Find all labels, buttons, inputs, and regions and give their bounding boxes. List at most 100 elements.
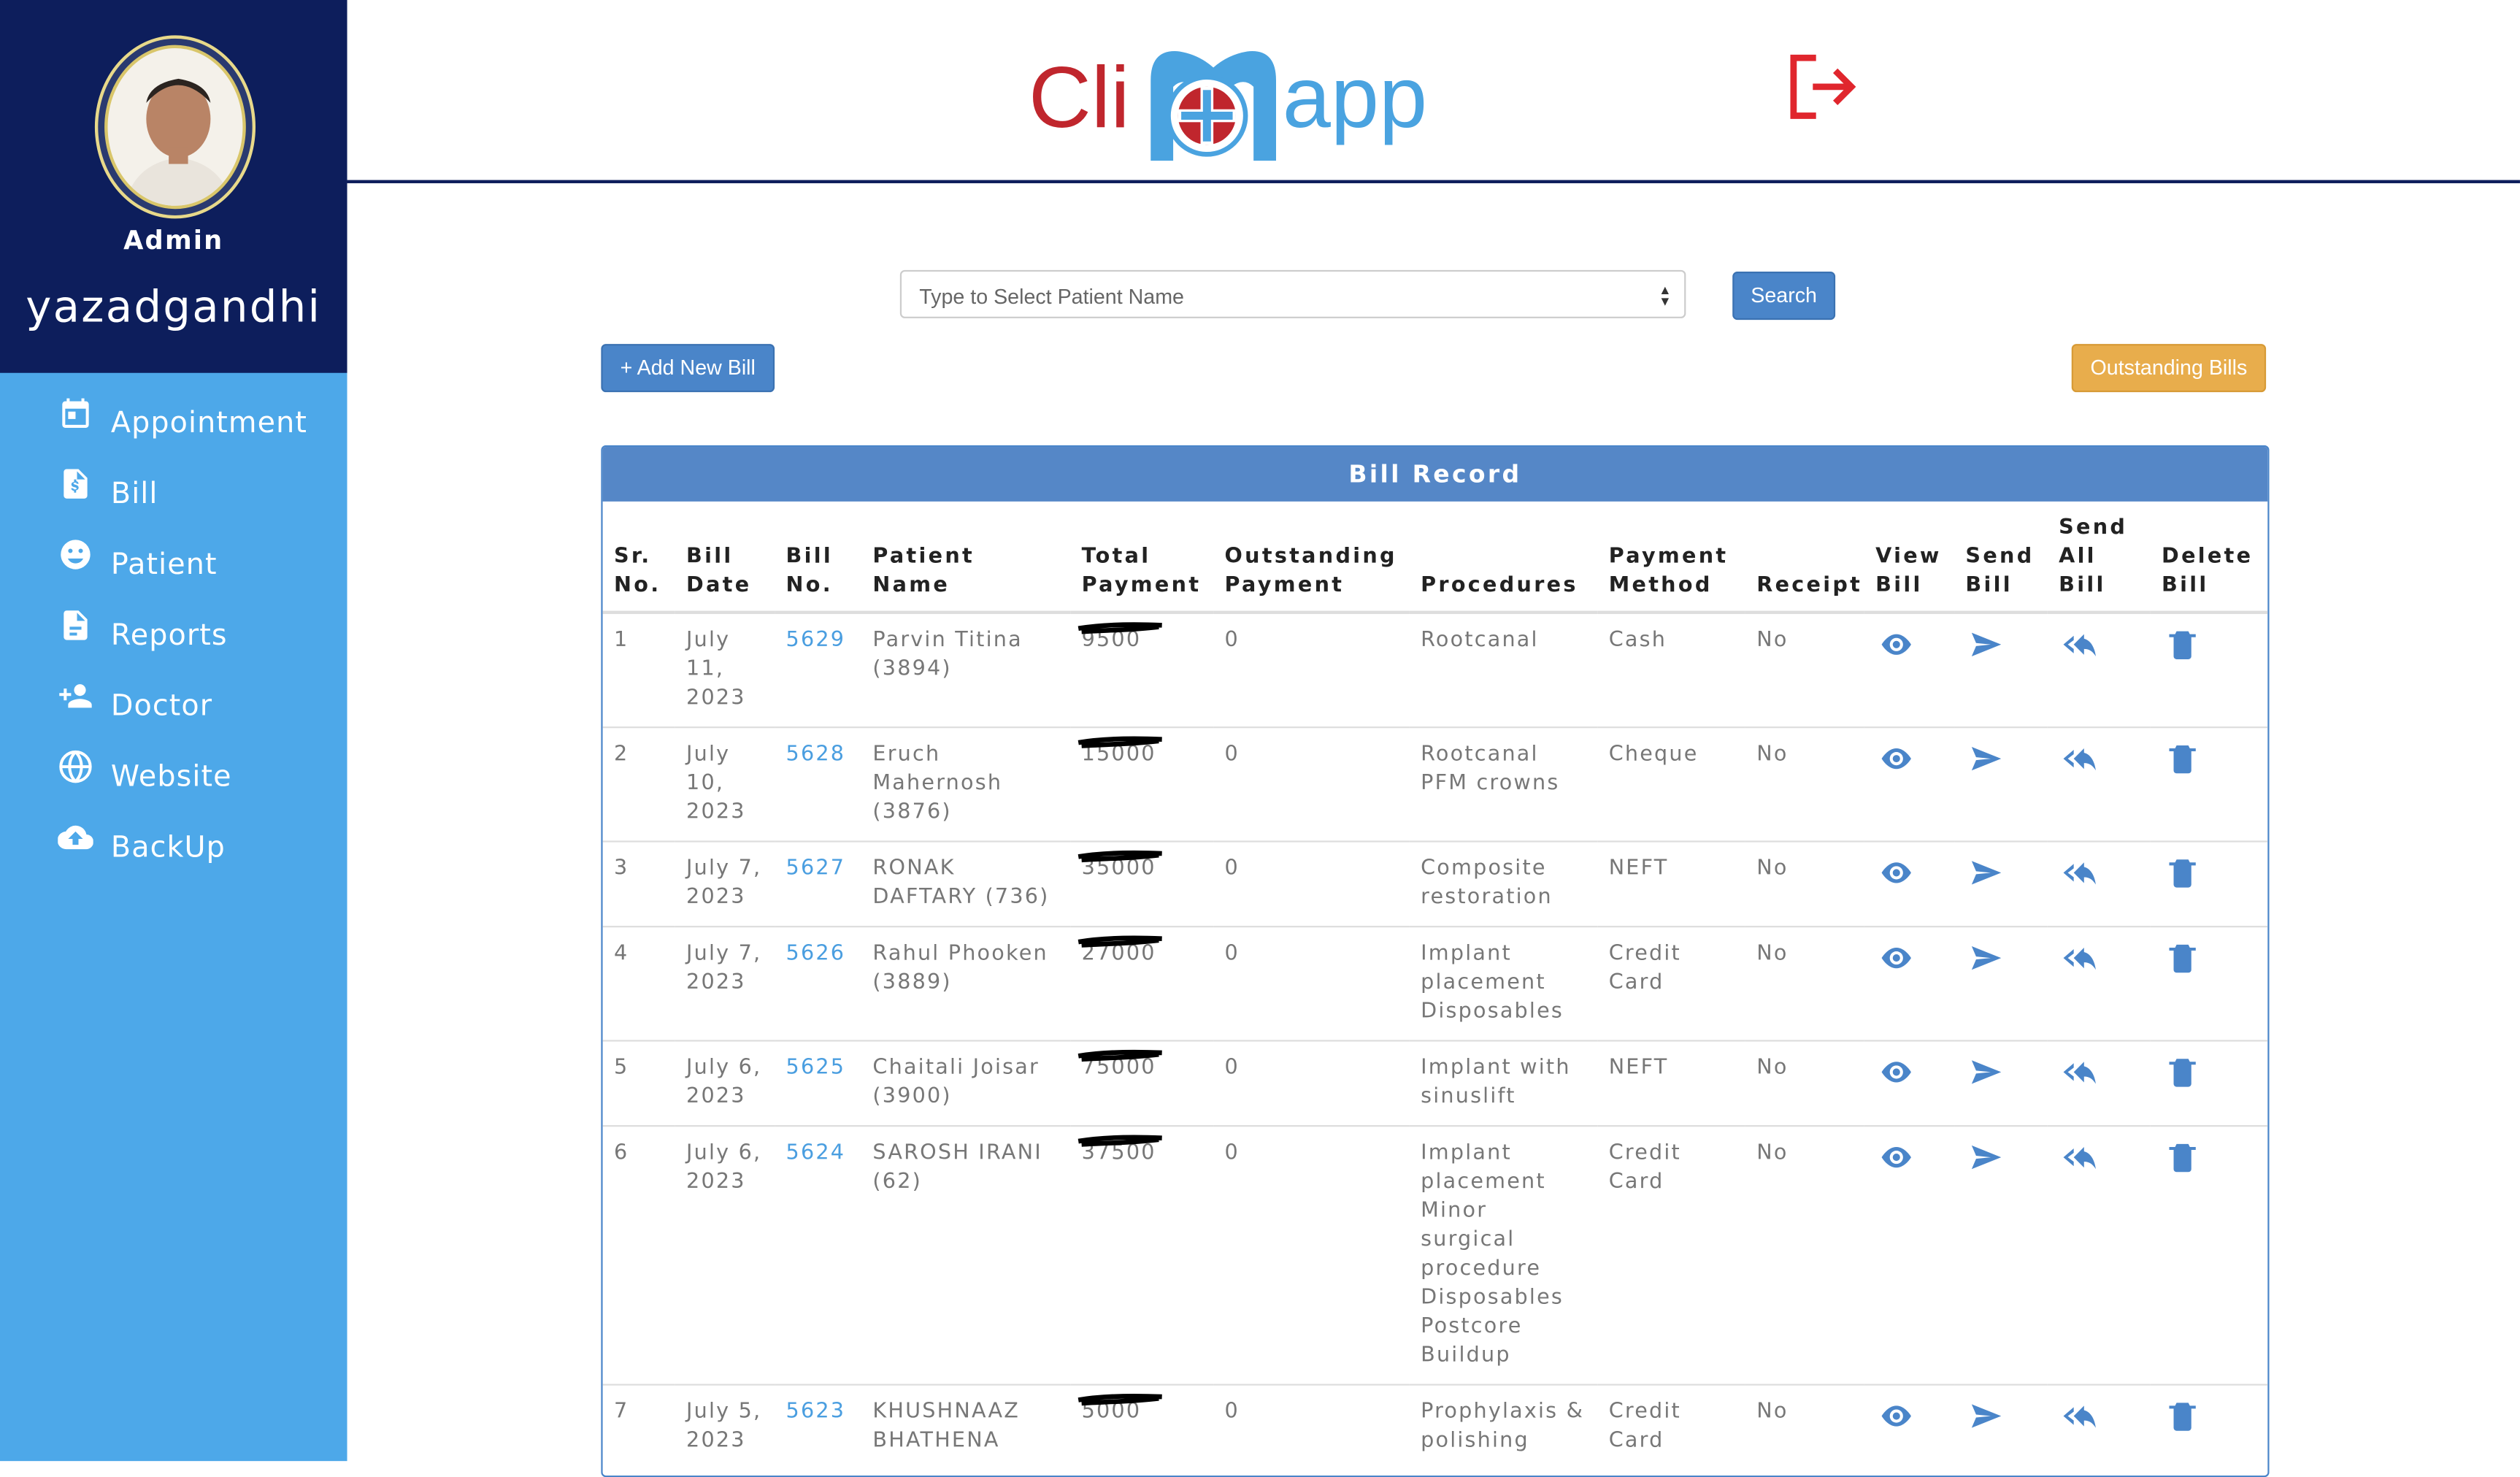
send-icon[interactable]: [1965, 629, 2037, 661]
redaction-scribble: [1077, 1393, 1162, 1406]
sidebar-item-bill[interactable]: Bill: [0, 456, 347, 527]
delete-bill-cell: [2150, 611, 2268, 728]
outstanding-bills-button[interactable]: Outstanding Bills: [2071, 344, 2267, 393]
table-row: 2 July 10, 2023 5628 Eruch Mahernosh (3876)…: [602, 726, 2268, 842]
send-icon[interactable]: [1965, 856, 2037, 889]
bill-number-link[interactable]: 5629: [775, 611, 862, 728]
reply-all-icon[interactable]: [2059, 1141, 2140, 1173]
sidebar-item-appointment[interactable]: Appointment: [0, 385, 347, 456]
eye-icon[interactable]: [1875, 1141, 1945, 1173]
cell-procedures: Rootcanal: [1409, 611, 1598, 728]
bill-number-link[interactable]: 5623: [775, 1384, 862, 1470]
cell-patient: KHUSHNAAZ BHATHENA: [861, 1384, 1071, 1470]
eye-icon[interactable]: [1875, 1400, 1945, 1432]
col-receipt: Receipt: [1745, 501, 1864, 614]
cell-outstanding: 0: [1213, 726, 1410, 842]
send-icon[interactable]: [1965, 1141, 2037, 1173]
sidebar: Admin yazadgandhi Appointment Bill Patie…: [0, 0, 347, 1462]
patient-name-select[interactable]: Type to Select Patient Name ▲ ▼: [899, 269, 1686, 318]
bill-number-link[interactable]: 5627: [775, 840, 862, 927]
sidebar-item-website[interactable]: Website: [0, 740, 347, 810]
sidebar-item-backup[interactable]: BackUp: [0, 810, 347, 881]
eye-icon[interactable]: [1875, 629, 1945, 661]
logout-icon[interactable]: [1787, 51, 1861, 122]
search-button[interactable]: Search: [1732, 272, 1836, 321]
trash-icon[interactable]: [2162, 942, 2258, 974]
cell-procedures: Implant with sinuslift: [1409, 1040, 1598, 1127]
eye-icon[interactable]: [1875, 743, 1945, 775]
delete-bill-cell: [2150, 1384, 2268, 1470]
main-content: Cli app Type to Select Patient Name ▲ ▼ S…: [347, 0, 2520, 1477]
cell-outstanding: 0: [1213, 926, 1410, 1041]
trash-icon[interactable]: [2162, 1400, 2258, 1432]
bill-number-link[interactable]: 5625: [775, 1040, 862, 1127]
delete-bill-cell: [2150, 840, 2268, 927]
select-arrows-icon: ▲ ▼: [1659, 283, 1672, 309]
add-new-bill-button[interactable]: + Add New Bill: [601, 344, 775, 393]
redaction-scribble: [1077, 850, 1162, 863]
cell-outstanding: 0: [1213, 1384, 1410, 1470]
send-all-bill-cell: [2047, 611, 2151, 728]
cell-outstanding: 0: [1213, 611, 1410, 728]
send-icon[interactable]: [1965, 1400, 2037, 1432]
table-row: 7 July 5, 2023 5623 KHUSHNAAZ BHATHENA 5000 0…: [602, 1384, 2268, 1470]
send-all-bill-cell: [2047, 726, 2151, 842]
cell-patient: Rahul Phooken (3889): [861, 926, 1071, 1041]
reply-all-icon[interactable]: [2059, 1056, 2140, 1088]
reply-all-icon[interactable]: [2059, 629, 2140, 661]
sidebar-nav: Appointment Bill Patient Reports Doctor …: [0, 385, 347, 881]
cell-outstanding: 0: [1213, 840, 1410, 927]
send-all-bill-cell: [2047, 1384, 2151, 1470]
cell-date: July 6, 2023: [675, 1125, 775, 1385]
redaction-scribble: [1077, 1135, 1162, 1147]
trash-icon[interactable]: [2162, 856, 2258, 889]
send-bill-cell: [1954, 1040, 2048, 1127]
trash-icon[interactable]: [2162, 1056, 2258, 1088]
sidebar-item-label: Reports: [110, 618, 228, 653]
redaction-scribble: [1077, 935, 1162, 948]
cell-total: 15000: [1070, 726, 1214, 842]
trash-icon[interactable]: [2162, 743, 2258, 775]
send-icon[interactable]: [1965, 1056, 2037, 1088]
bill-number-link[interactable]: 5626: [775, 926, 862, 1041]
bill-number-link[interactable]: 5624: [775, 1125, 862, 1385]
bill-number-link[interactable]: 5628: [775, 726, 862, 842]
reply-all-icon[interactable]: [2059, 856, 2140, 889]
reply-all-icon[interactable]: [2059, 1400, 2140, 1432]
view-bill-cell: [1864, 726, 1955, 842]
send-bill-cell: [1954, 926, 2048, 1041]
delete-bill-cell: [2150, 1125, 2268, 1385]
trash-icon[interactable]: [2162, 629, 2258, 661]
patient-select-placeholder: Type to Select Patient Name: [919, 284, 1184, 309]
sidebar-item-label: BackUp: [110, 831, 226, 865]
cell-method: Cheque: [1597, 726, 1745, 842]
sidebar-item-reports[interactable]: Reports: [0, 598, 347, 669]
view-bill-cell: [1864, 840, 1955, 927]
cell-total: 9500: [1070, 611, 1214, 728]
cell-total: 75000: [1070, 1040, 1214, 1127]
send-icon[interactable]: [1965, 743, 2037, 775]
cell-receipt: No: [1745, 926, 1864, 1041]
eye-icon[interactable]: [1875, 1056, 1945, 1088]
sidebar-item-label: Patient: [110, 548, 218, 582]
eye-icon[interactable]: [1875, 856, 1945, 889]
col-procedures: Procedures: [1409, 501, 1598, 614]
cell-procedures: Implant placement Disposables: [1409, 926, 1598, 1041]
trash-icon[interactable]: [2162, 1141, 2258, 1173]
cell-date: July 10, 2023: [675, 726, 775, 842]
cell-sr: 6: [602, 1125, 675, 1385]
cell-procedures: Prophylaxis & polishing: [1409, 1384, 1598, 1470]
sidebar-item-label: Bill: [110, 477, 158, 512]
col-bill-no: Bill No.: [775, 501, 862, 614]
col-delete-bill: Delete Bill: [2150, 501, 2268, 614]
view-bill-cell: [1864, 1040, 1955, 1127]
cell-receipt: No: [1745, 840, 1864, 927]
cell-method: Cash: [1597, 611, 1745, 728]
reply-all-icon[interactable]: [2059, 942, 2140, 974]
send-icon[interactable]: [1965, 942, 2037, 974]
sidebar-item-doctor[interactable]: Doctor: [0, 669, 347, 740]
reply-all-icon[interactable]: [2059, 743, 2140, 775]
sidebar-item-patient[interactable]: Patient: [0, 527, 347, 598]
eye-icon[interactable]: [1875, 942, 1945, 974]
send-bill-cell: [1954, 726, 2048, 842]
